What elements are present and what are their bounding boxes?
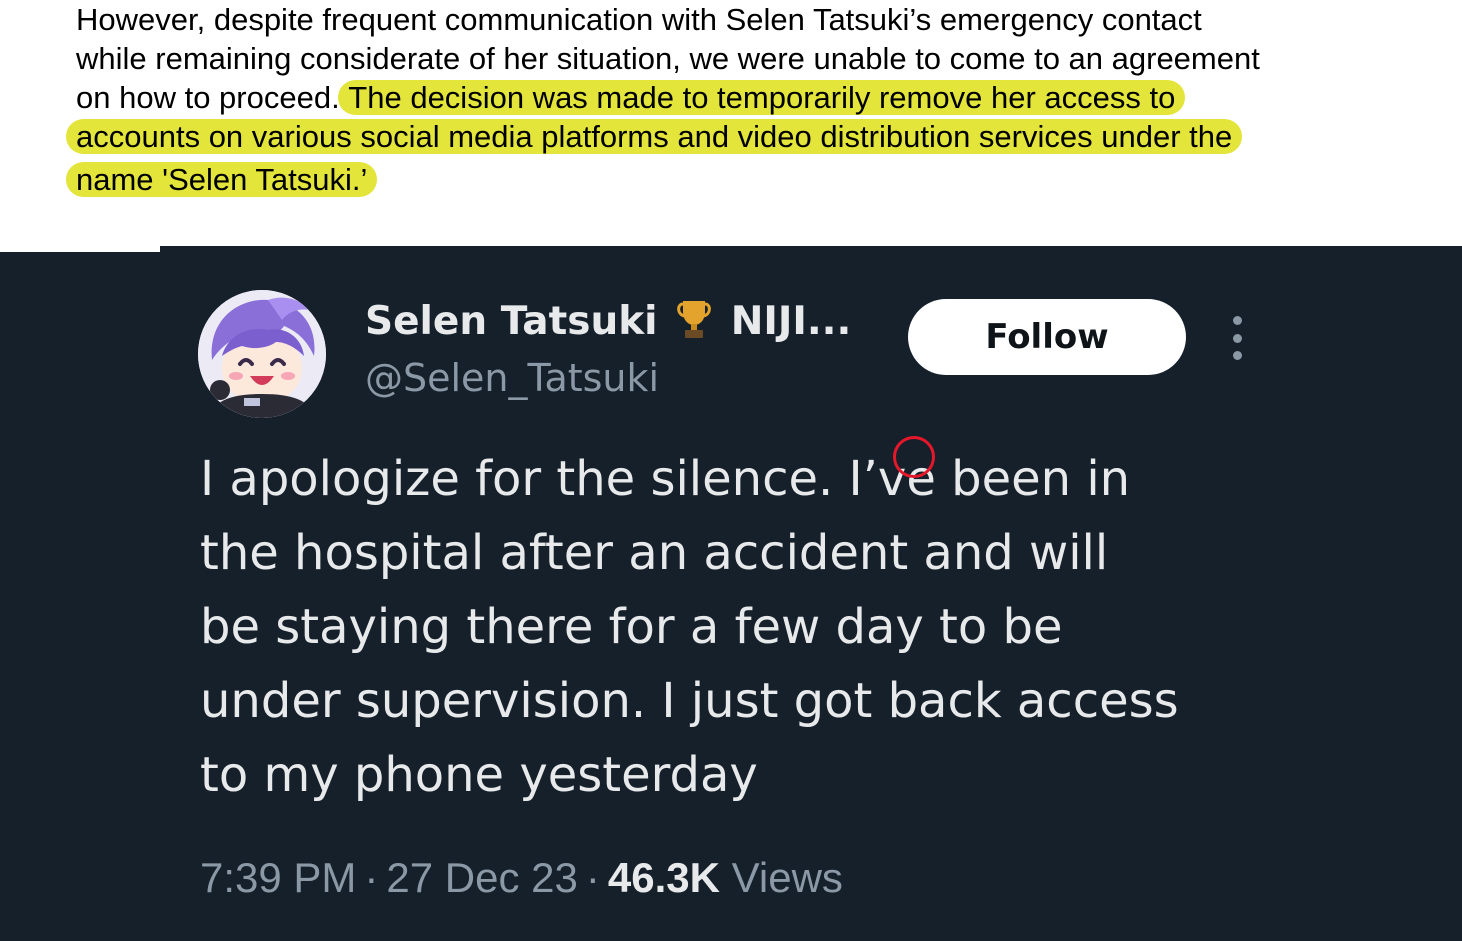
display-name[interactable]: Selen Tatsuki NIJI... — [365, 298, 851, 350]
highlighted-text: The decision was made to temporarily rem… — [338, 80, 1186, 115]
tweet-text-line: under supervision. I just got back acces… — [200, 673, 1179, 729]
tweet-time[interactable]: 7:39 PM — [200, 854, 356, 901]
document-line: while remaining considerate of her situa… — [76, 41, 1260, 76]
more-dot — [1232, 333, 1242, 343]
annotation-circle — [893, 436, 935, 478]
tweet-date[interactable]: 27 Dec 23 — [386, 854, 577, 901]
more-dot — [1232, 351, 1242, 360]
trophy-icon — [675, 298, 713, 350]
separator: · — [364, 854, 379, 901]
tweet-meta: 7:39 PM · 27 Dec 23 · 46.3K Views — [200, 854, 843, 902]
follow-button[interactable]: Follow — [908, 299, 1186, 375]
views-count: 46.3K — [607, 854, 720, 901]
highlighted-text: name 'Selen Tatsuki.’ — [66, 162, 378, 197]
more-options-icon[interactable] — [1222, 316, 1252, 360]
document-line: However, despite frequent communication … — [76, 2, 1202, 37]
tweet-text-line: to my phone yesterday — [200, 747, 758, 803]
tweet-text-line: the hospital after an accident and will — [200, 525, 1109, 581]
display-name-text: Selen Tatsuki — [365, 299, 658, 344]
tweet-text: I apologize for the silence. I’ve been i… — [200, 442, 1320, 812]
views-label: Views — [731, 854, 843, 901]
document-line: name 'Selen Tatsuki.’ — [66, 160, 1446, 199]
user-handle[interactable]: @Selen_Tatsuki — [365, 356, 659, 400]
document-text: on how to proceed. — [76, 80, 349, 115]
document-line: accounts on various social media platfor… — [66, 117, 1446, 156]
separator: · — [585, 854, 600, 901]
tweet-text-line: I apologize for the silence. I’ve been i… — [200, 451, 1131, 507]
display-name-suffix: NIJI... — [730, 299, 852, 344]
tweet-card: Selen Tatsuki NIJI... @Selen_Tatsuki Fol… — [0, 246, 1462, 941]
avatar[interactable] — [198, 290, 326, 418]
avatar-image — [198, 290, 326, 418]
document-excerpt: However, despite frequent communication … — [66, 0, 1446, 199]
tweet-text-line: be staying there for a few day to be — [200, 599, 1063, 655]
highlighted-text: accounts on various social media platfor… — [66, 119, 1243, 154]
document-line: on how to proceed. The decision was made… — [76, 78, 1446, 117]
more-dot — [1232, 316, 1242, 325]
